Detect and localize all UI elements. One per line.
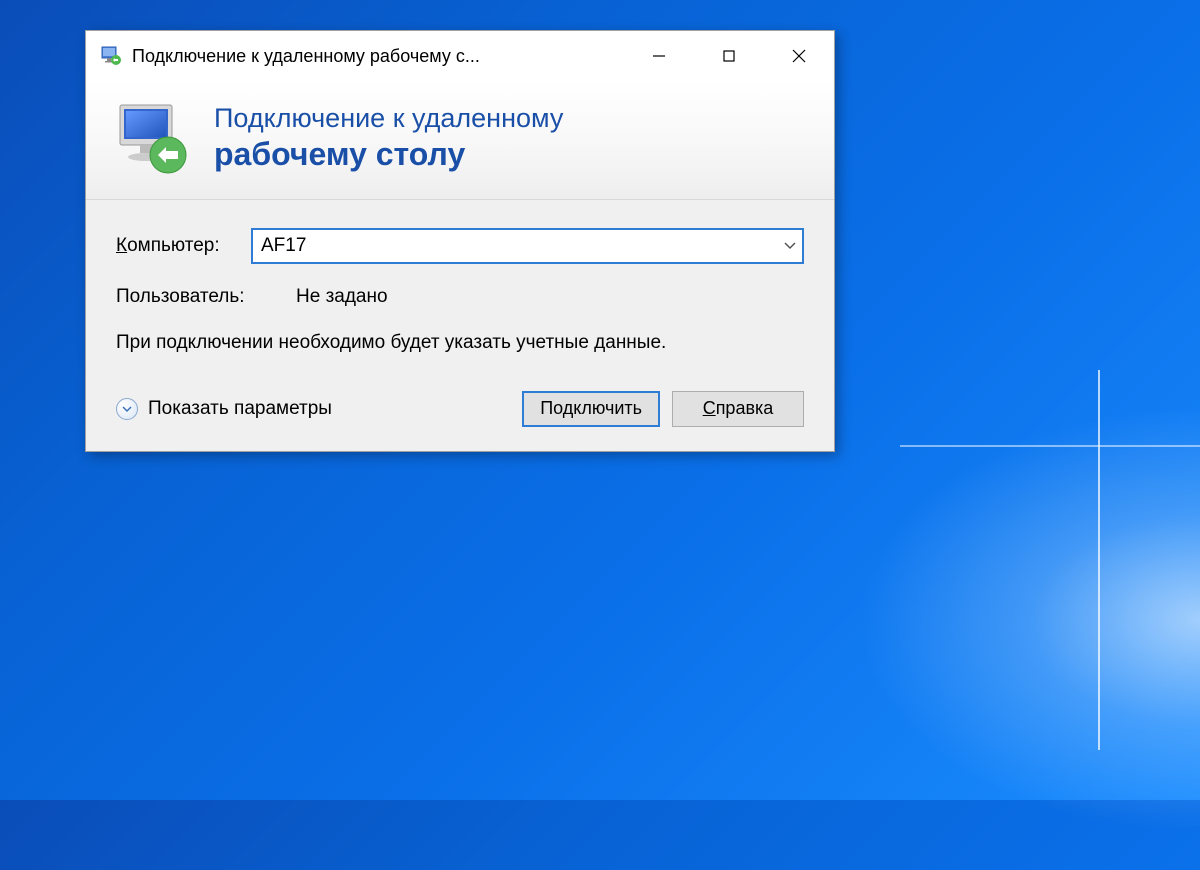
connect-button[interactable]: Подключить	[522, 391, 660, 427]
window-title: Подключение к удаленному рабочему с...	[132, 46, 624, 67]
user-label: Пользователь:	[116, 286, 296, 308]
credentials-hint: При подключении необходимо будет указать…	[116, 330, 804, 356]
app-icon	[100, 45, 122, 67]
header-title-line1: Подключение к удаленному	[214, 103, 563, 134]
computer-input[interactable]	[251, 228, 804, 264]
desktop-light-line	[1098, 370, 1100, 750]
user-value: Не задано	[296, 286, 388, 308]
help-button[interactable]: Справка	[672, 391, 804, 427]
show-options-link[interactable]: Показать параметры	[116, 398, 332, 420]
header-text: Подключение к удаленному рабочему столу	[214, 103, 563, 173]
button-group: Подключить Справка	[522, 391, 804, 427]
computer-label: Компьютер:	[116, 235, 251, 257]
user-row: Пользователь: Не задано	[116, 286, 804, 308]
close-button[interactable]	[764, 31, 834, 81]
expand-down-icon	[116, 398, 138, 420]
computer-field-row: Компьютер:	[116, 228, 804, 264]
computer-combo	[251, 228, 804, 264]
show-options-label: Показать параметры	[148, 398, 332, 420]
window-controls	[624, 31, 834, 81]
bottom-row: Показать параметры Подключить Справка	[116, 391, 804, 427]
header-title-line2: рабочему столу	[214, 136, 563, 173]
titlebar[interactable]: Подключение к удаленному рабочему с...	[86, 31, 834, 81]
header-banner: Подключение к удаленному рабочему столу	[86, 81, 834, 200]
maximize-button[interactable]	[694, 31, 764, 81]
desktop-light-line2	[900, 445, 1200, 447]
dialog-body: Компьютер: Пользователь: Не задано При п…	[86, 200, 834, 451]
rdp-dialog: Подключение к удаленному рабочему с...	[85, 30, 835, 452]
rdp-large-icon	[114, 99, 192, 177]
minimize-button[interactable]	[624, 31, 694, 81]
